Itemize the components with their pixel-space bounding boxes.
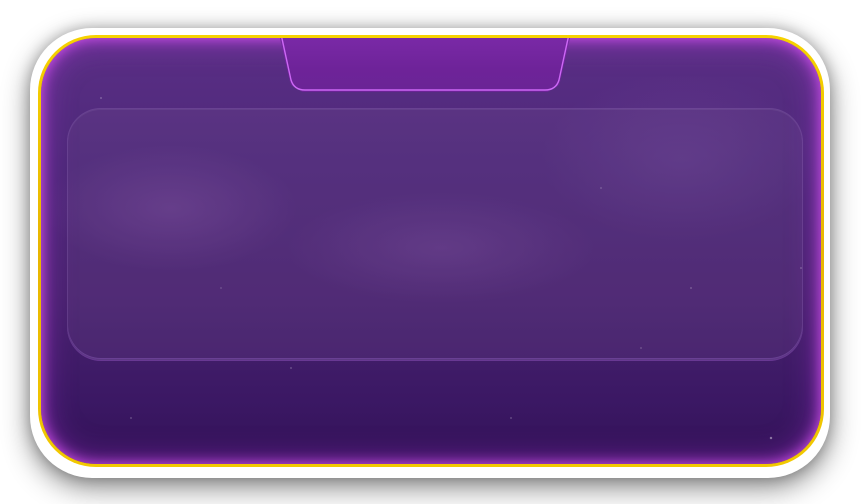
- popup-panel: [41, 38, 821, 464]
- footer-area: [67, 368, 801, 448]
- game-popup-stage: [0, 0, 862, 504]
- panel-gold-frame: [38, 35, 824, 467]
- header-tab: [279, 38, 571, 92]
- content-area: [67, 108, 803, 360]
